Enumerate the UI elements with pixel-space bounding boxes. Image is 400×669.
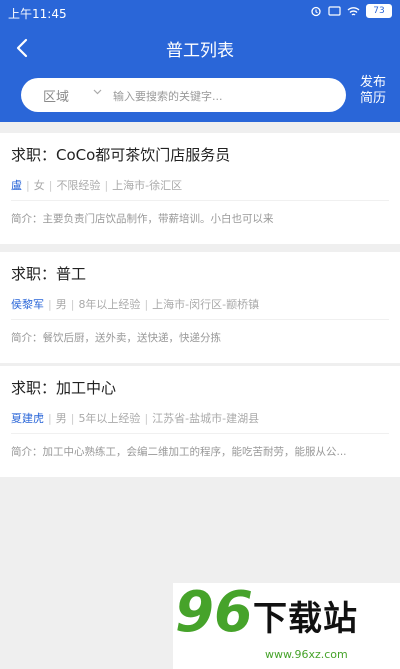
status-icons: 73 xyxy=(310,4,392,18)
chevron-down-icon[interactable] xyxy=(93,87,102,96)
app-header: 上午11:45 73 普工列表 区域 输入要搜索的关键字... 发布简历 xyxy=(0,0,400,122)
watermark-text: 下载站 xyxy=(253,599,358,639)
experience: 5年以上经验 xyxy=(78,412,141,425)
gender: 男 xyxy=(55,412,67,425)
location: 江苏省-盐城市-建湖县 xyxy=(152,412,260,425)
status-time: 上午11:45 xyxy=(8,7,67,21)
job-meta: 盧 | 女 | 不限经验 | 上海市-徐汇区 xyxy=(11,179,183,192)
search-bar[interactable]: 区域 输入要搜索的关键字... xyxy=(21,78,346,112)
location: 上海市-徐汇区 xyxy=(112,179,183,192)
divider xyxy=(11,319,389,320)
watermark-logo: 96 xyxy=(175,580,253,645)
job-meta: 侯黎军 | 男 | 8年以上经验 | 上海市-闵行区-颛桥镇 xyxy=(11,298,260,311)
job-card[interactable]: 求职：CoCo都可茶饮门店服务员 盧 | 女 | 不限经验 | 上海市-徐汇区 简介：主要负… xyxy=(0,133,400,244)
job-meta: 夏建虎 | 男 | 5年以上经验 | 江苏省-盐城市-建湖县 xyxy=(11,412,260,425)
publish-resume-button[interactable]: 发布简历 xyxy=(357,75,389,107)
battery-indicator: 73 xyxy=(366,4,392,18)
job-intro: 简介：加工中心熟练工，会编二维加工的程序，能吃苦耐劳，能服从公... xyxy=(11,446,347,458)
job-title: 求职：普工 xyxy=(11,265,87,283)
gender: 女 xyxy=(33,179,45,192)
person-name: 盧 xyxy=(11,179,22,192)
job-intro: 简介：主要负责门店饮品制作，带薪培训。小白也可以来 xyxy=(11,213,274,225)
job-title: 求职：加工中心 xyxy=(11,379,117,397)
gender: 男 xyxy=(55,298,67,311)
experience: 不限经验 xyxy=(56,179,101,192)
person-name: 侯黎军 xyxy=(11,298,44,311)
watermark-url: www.96xz.com xyxy=(265,648,348,661)
region-dropdown[interactable]: 区域 xyxy=(43,86,69,105)
alarm-icon xyxy=(311,6,321,17)
wifi-icon xyxy=(347,6,360,16)
search-input[interactable]: 输入要搜索的关键字... xyxy=(113,88,223,104)
sim-icon xyxy=(328,6,341,16)
location: 上海市-闵行区-颛桥镇 xyxy=(152,298,260,311)
person-name: 夏建虎 xyxy=(11,412,44,425)
job-title: 求职：CoCo都可茶饮门店服务员 xyxy=(11,146,231,164)
watermark: 96 下载站 www.96xz.com xyxy=(173,583,400,669)
page-title: 普工列表 xyxy=(166,41,234,61)
job-intro: 简介：餐饮后厨，送外卖，送快递，快递分拣 xyxy=(11,332,221,344)
divider xyxy=(11,433,389,434)
job-card[interactable]: 求职：普工 侯黎军 | 男 | 8年以上经验 | 上海市-闵行区-颛桥镇 简介：餐饮后厨，送… xyxy=(0,252,400,363)
status-bar: 上午11:45 73 xyxy=(0,0,400,26)
job-card[interactable]: 求职：加工中心 夏建虎 | 男 | 5年以上经验 | 江苏省-盐城市-建湖县 简介：加工中心… xyxy=(0,366,400,477)
experience: 8年以上经验 xyxy=(78,298,141,311)
divider xyxy=(11,200,389,201)
